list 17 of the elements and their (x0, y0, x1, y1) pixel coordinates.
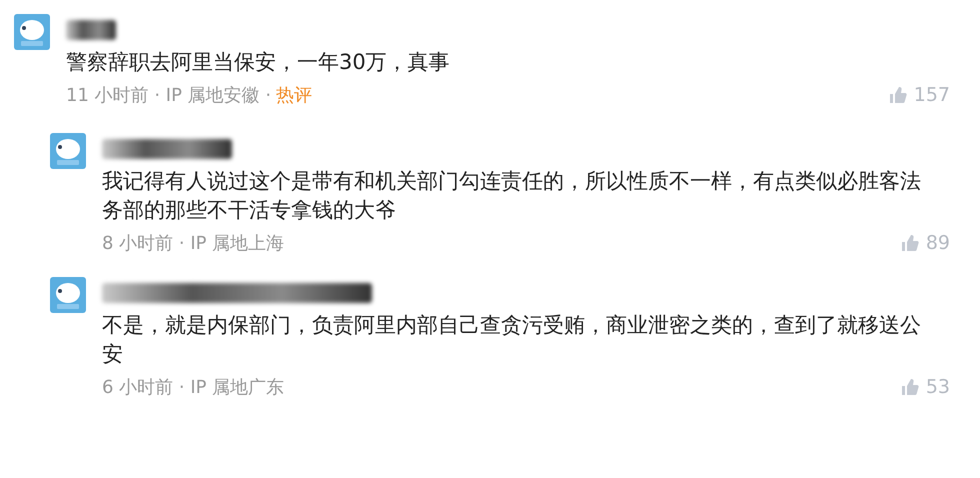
comment-meta: 8 小时前 · IP 属地上海 (102, 232, 284, 255)
reply-text: 我记得有人说过这个是带有和机关部门勾连责任的，所以性质不一样，有点类似必胜客法务部的那些不干活专拿钱的大爷 (102, 168, 922, 224)
reply-text: 不是，就是内保部门，负责阿里内部自己查贪污受贿，商业泄密之类的，查到了就移送公安 (102, 312, 922, 368)
blurred-username (66, 20, 116, 40)
like-count: 157 (914, 84, 950, 106)
like-count: 89 (926, 232, 950, 254)
hot-tag: 热评 (276, 83, 312, 107)
like-icon[interactable] (900, 233, 920, 253)
avatar-icon (50, 277, 86, 313)
avatar-icon (14, 14, 50, 50)
comment-meta: 6 小时前 · IP 属地广东 (102, 376, 284, 399)
avatar-icon (50, 133, 86, 169)
like-icon[interactable] (900, 377, 920, 397)
like-count: 53 (926, 376, 950, 398)
comment-meta: 11 小时前 · IP 属地安徽 · (66, 84, 272, 107)
like-icon[interactable] (888, 85, 908, 105)
comment-text: 警察辞职去阿里当保安，一年30万，真事 (66, 49, 451, 76)
